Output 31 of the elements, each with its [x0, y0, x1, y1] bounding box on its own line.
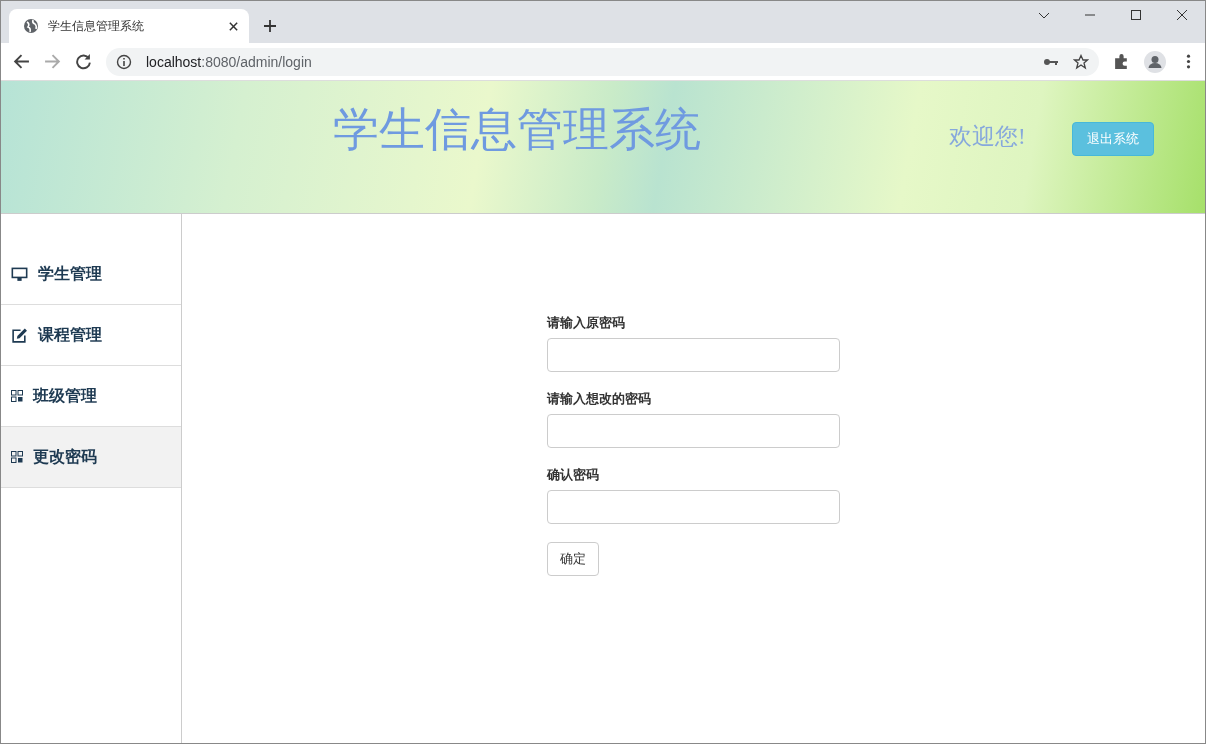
back-arrow-icon[interactable] [13, 53, 30, 70]
browser-tab[interactable]: 学生信息管理系统 [9, 9, 249, 43]
info-icon [116, 53, 132, 70]
field-label: 确认密码 [547, 466, 599, 484]
star-icon[interactable] [1073, 53, 1089, 70]
monitor-icon [11, 265, 28, 283]
tab-title: 学生信息管理系统 [48, 17, 145, 35]
sidebar-item[interactable]: 更改密码 [1, 427, 181, 488]
close-icon[interactable] [228, 20, 239, 32]
puzzle-icon[interactable] [1113, 53, 1130, 70]
grid-icon [11, 390, 23, 402]
reload-icon[interactable] [75, 53, 92, 70]
field-label: 请输入原密码 [547, 314, 625, 332]
welcome-text: 欢迎您! [949, 123, 1026, 151]
sidebar-item[interactable]: 课程管理 [1, 305, 181, 366]
url-text: localhost:8080/admin/login [146, 53, 312, 70]
close-icon[interactable] [1176, 9, 1188, 21]
grid-icon [11, 451, 23, 463]
edit-icon [11, 326, 28, 344]
confirm-button[interactable]: 确定 [547, 542, 599, 576]
password-field[interactable] [547, 490, 840, 524]
field-label: 请输入想改的密码 [547, 390, 651, 408]
site-title: 学生信息管理系统 [333, 103, 701, 157]
sidebar-item[interactable]: 学生管理 [1, 244, 181, 305]
password-field[interactable] [547, 338, 840, 372]
profile-icon[interactable] [1144, 50, 1166, 73]
globe-icon [23, 18, 39, 34]
new-tab-icon[interactable] [263, 19, 277, 33]
password-field[interactable] [547, 414, 840, 448]
maximize-icon[interactable] [1130, 9, 1142, 21]
address-bar[interactable]: localhost:8080/admin/login [106, 47, 1099, 76]
